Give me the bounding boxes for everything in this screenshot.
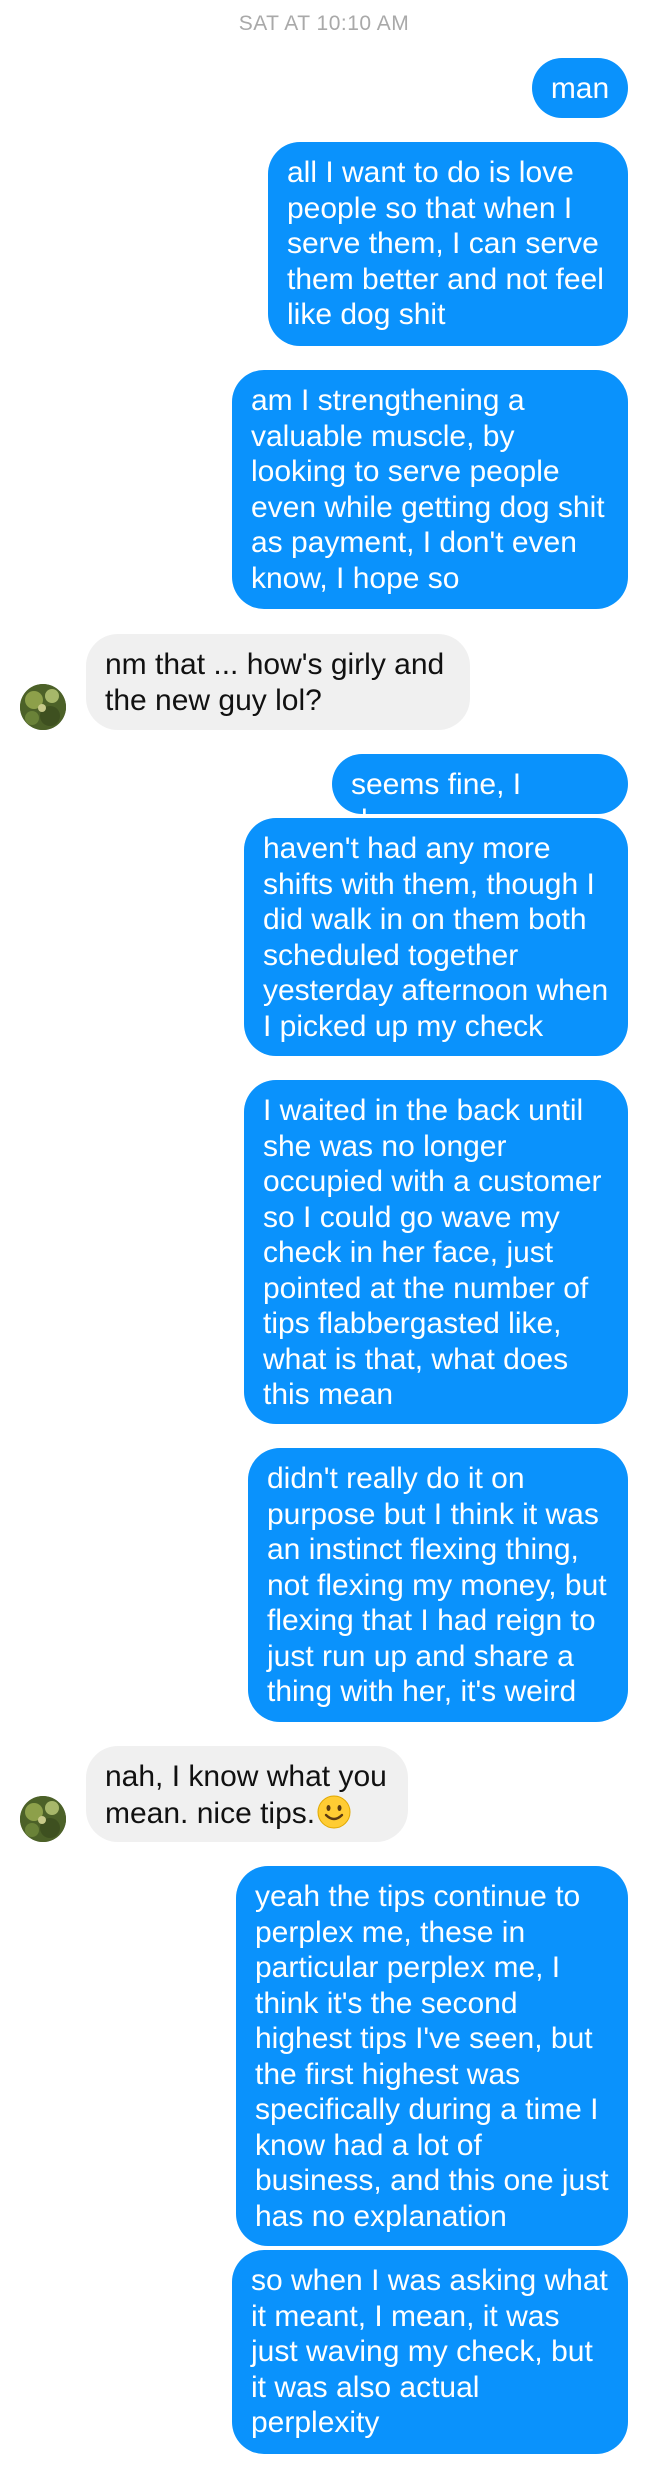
smiling-face-emoji-icon — [317, 1795, 351, 1828]
message-bubble-outgoing[interactable]: yeah the tips continue to perplex me, th… — [236, 1866, 628, 2246]
message-bubble-outgoing[interactable]: seems fine, I dunno — [332, 754, 628, 837]
message-bubble-outgoing[interactable]: so when I was asking what it meant, I me… — [232, 2250, 628, 2454]
contact-avatar[interactable] — [20, 1796, 66, 1842]
message-bubble-outgoing[interactable]: all I want to do is love people so that … — [268, 142, 628, 346]
message-bubble-incoming[interactable]: nm that ... how's girly and the new guy … — [86, 634, 470, 730]
message-bubble-incoming[interactable]: nah, I know what you mean. nice tips. — [86, 1746, 408, 1842]
message-bubble-outgoing[interactable]: haven't had any more shifts with them, t… — [244, 818, 628, 1056]
message-bubble-outgoing[interactable]: am I strengthening a valuable muscle, by… — [232, 370, 628, 609]
message-bubble-outgoing[interactable]: I waited in the back until she was no lo… — [244, 1080, 628, 1424]
message-bubble-outgoing[interactable]: didn't really do it on purpose but I thi… — [248, 1448, 628, 1722]
thread-timestamp: SAT AT 10:10 AM — [238, 12, 410, 35]
contact-avatar[interactable] — [20, 684, 66, 730]
message-bubble-outgoing[interactable]: man — [532, 58, 628, 118]
